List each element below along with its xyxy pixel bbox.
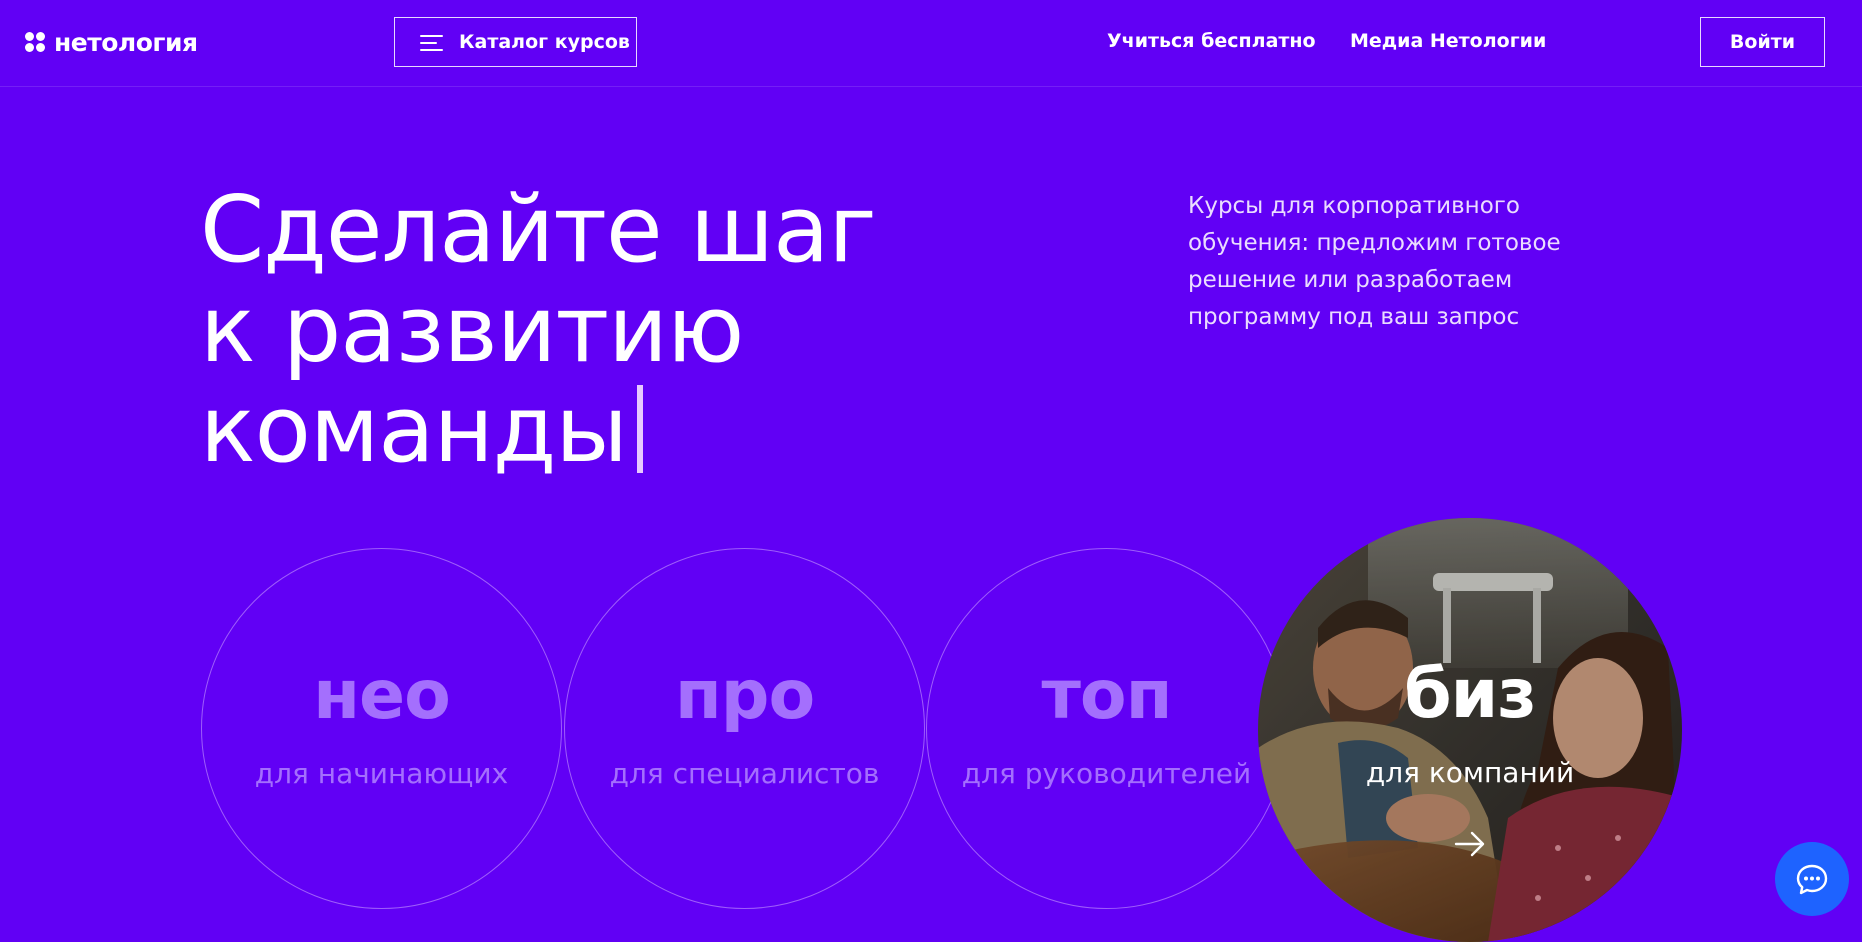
nav-link-free-learning[interactable]: Учиться бесплатно (1107, 30, 1316, 52)
segment-pro[interactable]: про для специалистов (564, 548, 925, 909)
hero-description: Курсы для корпоративного обучения: предл… (1188, 193, 1561, 330)
segment-top-name: топ (1041, 656, 1172, 735)
segment-biz-name: биз (1404, 655, 1537, 734)
chat-button[interactable] (1775, 842, 1849, 916)
segment-pro-audience: для специалистов (609, 757, 880, 790)
site-header: нетология Каталог курсов Учиться бесплат… (0, 0, 1862, 87)
hero-title-line-2: к развитию (200, 276, 744, 383)
login-button[interactable]: Войти (1700, 17, 1825, 67)
segment-neo-name: нео (313, 656, 451, 735)
segment-biz-audience: для компаний (1365, 756, 1575, 789)
hero-title-line-3-text: команды (200, 376, 628, 483)
menu-icon (420, 34, 443, 51)
catalog-button[interactable]: Каталог курсов (394, 17, 637, 67)
logo-text: нетология (54, 27, 198, 57)
nav-link-media[interactable]: Медиа Нетологии (1350, 30, 1546, 52)
segment-biz[interactable]: биз для компаний (1258, 518, 1682, 942)
hero-title-line-3: команды (200, 380, 876, 480)
segment-neo-audience: для начинающих (254, 757, 509, 790)
segment-pro-name: про (674, 656, 815, 735)
segment-top[interactable]: топ для руководителей (926, 548, 1287, 909)
hero-title: Сделайте шаг к развитию команды (200, 176, 877, 480)
typing-cursor (637, 385, 644, 473)
logo[interactable]: нетология (25, 25, 198, 59)
chat-bubble-icon (1796, 864, 1828, 895)
catalog-button-label: Каталог курсов (459, 31, 630, 53)
segment-neo[interactable]: нео для начинающих (201, 548, 562, 909)
arrow-right-icon (1454, 831, 1485, 857)
hero-title-line-1: Сделайте шаг (200, 176, 877, 283)
segment-top-audience: для руководителей (961, 757, 1252, 790)
logo-mark-icon (25, 32, 45, 52)
